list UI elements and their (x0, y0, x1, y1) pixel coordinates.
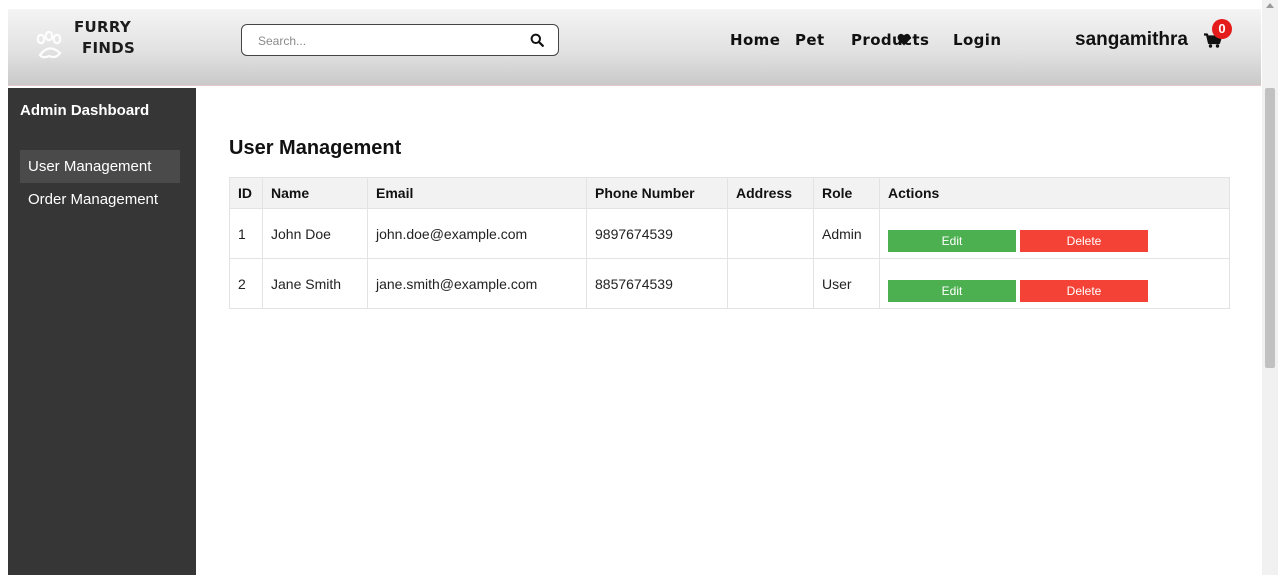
nav-login[interactable]: Login (953, 31, 1001, 49)
cell-name: John Doe (262, 208, 368, 259)
column-header-email: Email (367, 177, 587, 209)
column-header-address: Address (727, 177, 814, 209)
edit-button[interactable]: Edit (888, 230, 1016, 252)
cell-role: User (813, 258, 880, 309)
sidebar-item-user-management[interactable]: User Management (20, 150, 180, 183)
column-header-phone: Phone Number (586, 177, 728, 209)
nav-pet[interactable]: Pet (795, 31, 825, 49)
page: FURRY FINDS Home Pet Products Login sang… (0, 0, 1278, 575)
admin-sidebar: Admin Dashboard User Management Order Ma… (8, 88, 196, 575)
cart-count-badge: 0 (1212, 19, 1232, 39)
scroll-up-arrow-icon[interactable] (1266, 3, 1274, 8)
page-scrollbar[interactable] (1262, 0, 1278, 575)
cell-email: john.doe@example.com (367, 208, 587, 259)
search-box (241, 24, 559, 56)
sidebar-item-label: User Management (28, 158, 152, 175)
cell-phone: 9897674539 (586, 208, 728, 259)
cell-address (727, 208, 814, 259)
column-header-name: Name (262, 177, 368, 209)
nav-home[interactable]: Home (730, 31, 780, 49)
cell-name: Jane Smith (262, 258, 368, 309)
cell-address (727, 258, 814, 309)
cart-button[interactable]: 0 (1204, 19, 1238, 49)
logo-line-2: FINDS (82, 39, 136, 57)
sidebar-title: Admin Dashboard (20, 102, 150, 119)
logo-line-1: FURRY (74, 18, 132, 36)
cell-phone: 8857674539 (586, 258, 728, 309)
heart-icon[interactable] (897, 33, 911, 46)
page-title: User Management (229, 137, 402, 159)
cell-actions: Edit Delete (879, 258, 1230, 309)
column-header-id: ID (229, 177, 263, 209)
sidebar-item-order-management[interactable]: Order Management (20, 183, 180, 216)
nav-products[interactable]: Products (851, 31, 929, 49)
search-input[interactable] (258, 31, 508, 51)
cell-actions: Edit Delete (879, 208, 1230, 259)
edit-button[interactable]: Edit (888, 280, 1016, 302)
username[interactable]: sangamithra (1075, 29, 1188, 51)
column-header-role: Role (813, 177, 880, 209)
scroll-thumb[interactable] (1265, 88, 1275, 368)
cell-role: Admin (813, 208, 880, 259)
search-icon[interactable] (530, 33, 544, 47)
top-header: FURRY FINDS Home Pet Products Login sang… (8, 9, 1261, 86)
user-table: ID Name Email Phone Number Address Role … (229, 177, 1230, 309)
delete-button[interactable]: Delete (1020, 280, 1148, 302)
sidebar-item-label: Order Management (28, 191, 159, 208)
column-header-actions: Actions (879, 177, 1230, 209)
table-row: 2 Jane Smith jane.smith@example.com 8857… (229, 258, 1230, 309)
table-header-row: ID Name Email Phone Number Address Role … (229, 177, 1230, 209)
table-row: 1 John Doe john.doe@example.com 98976745… (229, 208, 1230, 259)
logo[interactable]: FURRY FINDS (34, 17, 144, 67)
cell-email: jane.smith@example.com (367, 258, 587, 309)
paw-icon (36, 31, 62, 59)
delete-button[interactable]: Delete (1020, 230, 1148, 252)
cell-id: 1 (229, 208, 263, 259)
cell-id: 2 (229, 258, 263, 309)
logo-text: FURRY FINDS (74, 17, 135, 59)
